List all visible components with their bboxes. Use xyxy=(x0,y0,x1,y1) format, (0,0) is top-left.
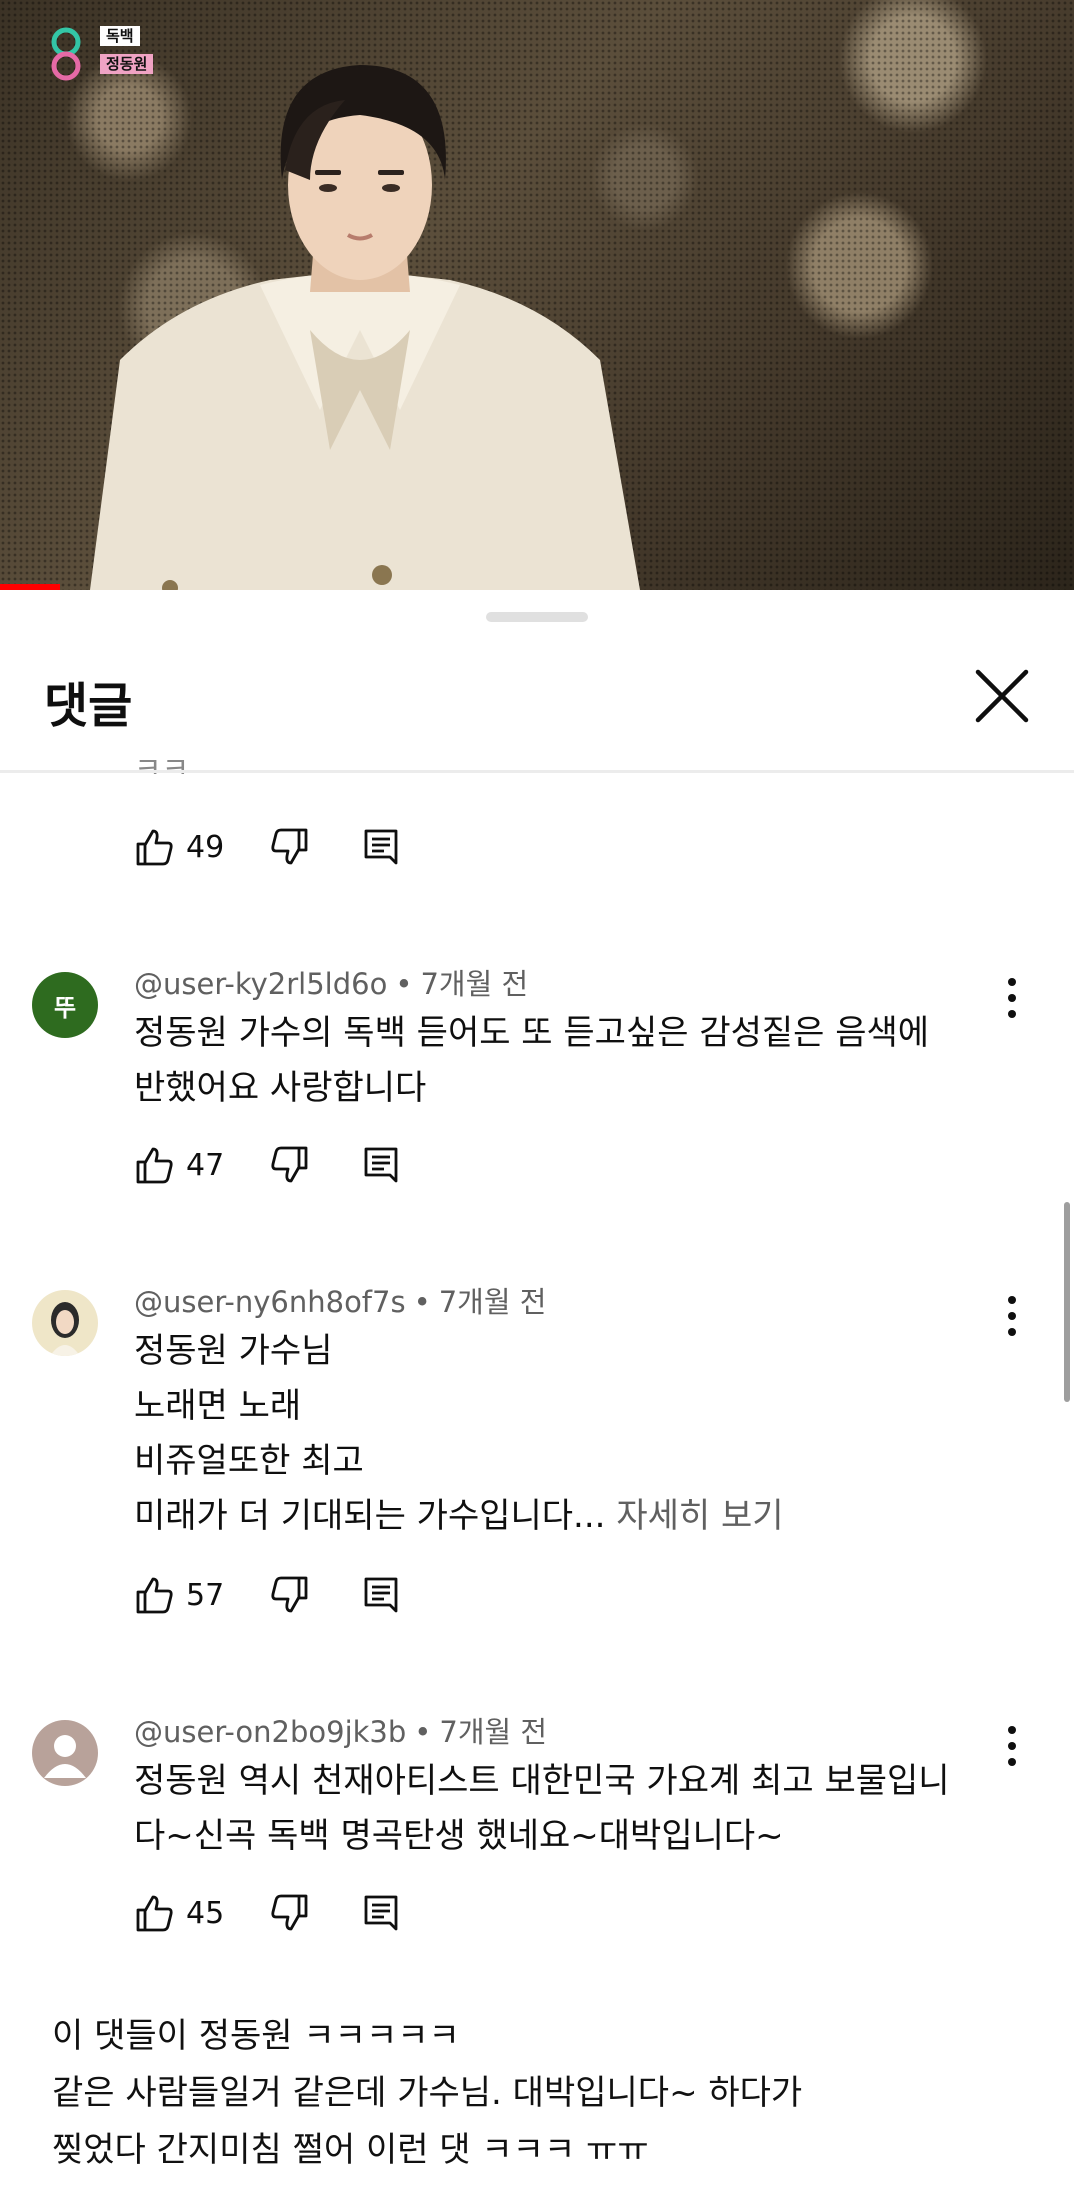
comment-text: 정동원 역시 천재아티스트 대한민국 가요계 최고 보물입니 다~신곡 독백 명… xyxy=(134,1754,1014,1864)
comments-sheet: 댓글 ㅋㅋ 49 뚜 @user-ky2rl5ld6o•7개월 전 정동원 가수… xyxy=(0,590,1074,1973)
comment-line: 다~신곡 독백 명곡탄생 했네요~대박입니다~ xyxy=(134,1816,784,1856)
comment-time: 7개월 전 xyxy=(420,967,529,1001)
avatar-image xyxy=(50,1302,80,1356)
comment-line: 정동원 역시 천재아티스트 대한민국 가요계 최고 보물입니 xyxy=(134,1761,950,1801)
close-button[interactable] xyxy=(972,666,1032,726)
comment-username[interactable]: @user-on2bo9jk3b xyxy=(134,1715,406,1749)
reply-icon[interactable] xyxy=(360,1574,402,1616)
thumbs-up-icon[interactable] xyxy=(134,1144,176,1186)
comment-meta: @user-on2bo9jk3b • 7개월 전 xyxy=(134,1712,547,1752)
comment-username[interactable]: @user-ny6nh8of7s xyxy=(134,1285,406,1319)
like-count: 57 xyxy=(186,1577,225,1613)
scrollbar[interactable] xyxy=(1064,1202,1070,1402)
video-player[interactable]: 독백 정동원 xyxy=(0,0,1074,590)
meta-separator: • xyxy=(413,1285,431,1319)
avatar[interactable] xyxy=(32,1290,98,1356)
thumbs-down-icon[interactable] xyxy=(268,1574,310,1616)
like-count: 45 xyxy=(186,1895,225,1931)
like-count: 47 xyxy=(186,1147,225,1183)
drag-handle[interactable] xyxy=(486,612,588,622)
reply-icon[interactable] xyxy=(360,1892,402,1934)
comment-actions: 57 xyxy=(134,1570,402,1620)
thumbs-up-icon[interactable] xyxy=(134,826,176,868)
performer-image xyxy=(90,65,640,590)
caption-line: 같은 사람들일거 같은데 가수님. 대박입니다~ 하다가 xyxy=(52,2073,803,2113)
logo-bottom-tag: 정동원 xyxy=(100,54,154,74)
default-avatar-icon xyxy=(44,1735,86,1778)
sheet-title: 댓글 xyxy=(44,678,133,734)
comment-line: 정동원 가수님 xyxy=(134,1331,333,1371)
comment-line-text: 미래가 더 기대되는 가수입니다... xyxy=(134,1496,606,1536)
comment-actions: 45 xyxy=(134,1888,402,1938)
comment-time: 7개월 전 xyxy=(438,1285,547,1319)
comment-actions: 49 xyxy=(134,822,402,872)
reply-icon[interactable] xyxy=(360,1144,402,1186)
avatar[interactable] xyxy=(32,1720,98,1786)
comment-meta: @user-ky2rl5ld6o • 7개월 전 xyxy=(134,964,528,1004)
comment-text: 정동원 가수의 독백 듣어도 또 듣고싶은 감성짙은 음색에 반했어요 사랑합니… xyxy=(134,1006,1014,1116)
logo-top-tag: 독백 xyxy=(100,26,140,46)
thumbs-down-icon[interactable] xyxy=(268,826,310,868)
like-count: 49 xyxy=(186,829,225,865)
thumbs-up-icon[interactable] xyxy=(134,1892,176,1934)
reply-icon[interactable] xyxy=(360,826,402,868)
comment-username[interactable]: @user-ky2rl5ld6o xyxy=(134,967,387,1001)
close-icon xyxy=(975,669,1029,723)
comment-line: 반했어요 사랑합니다 xyxy=(134,1068,427,1108)
comment-time: 7개월 전 xyxy=(439,1715,548,1749)
show-logo-icon xyxy=(51,27,81,81)
thumbs-up-icon[interactable] xyxy=(134,1574,176,1616)
comment-actions: 47 xyxy=(134,1140,402,1190)
caption-line: 이 댓들이 정동원 ㅋㅋㅋㅋㅋ xyxy=(52,2016,460,2056)
meta-separator: • xyxy=(414,1715,432,1749)
comment-meta: @user-ny6nh8of7s • 7개월 전 xyxy=(134,1282,546,1322)
thumbs-down-icon[interactable] xyxy=(268,1892,310,1934)
comment-line: 미래가 더 기대되는 가수입니다... 자세히 보기 xyxy=(134,1489,1014,1544)
meta-separator: • xyxy=(395,967,413,1001)
channel-logo: 독백 정동원 xyxy=(38,22,188,84)
comment-text: 정동원 가수님 노래면 노래 비쥬얼또한 최고 미래가 더 기대되는 가수입니다… xyxy=(134,1324,1014,1544)
read-more-link[interactable]: 자세히 보기 xyxy=(616,1496,783,1536)
post-caption: 이 댓들이 정동원 ㅋㅋㅋㅋㅋ 같은 사람들일거 같은데 가수님. 대박입니다~… xyxy=(52,2008,802,2179)
comment-line: 비쥬얼또한 최고 xyxy=(134,1441,364,1481)
comment-line: 노래면 노래 xyxy=(134,1386,302,1426)
thumbs-down-icon[interactable] xyxy=(268,1144,310,1186)
caption-line: 찢었다 간지미침 쩔어 이런 댓 ㅋㅋㅋ ㅠㅠ xyxy=(52,2130,649,2170)
avatar[interactable]: 뚜 xyxy=(32,972,98,1038)
comment-line: 정동원 가수의 독백 듣어도 또 듣고싶은 감성짙은 음색에 xyxy=(134,1013,930,1053)
header-divider xyxy=(0,770,1074,773)
